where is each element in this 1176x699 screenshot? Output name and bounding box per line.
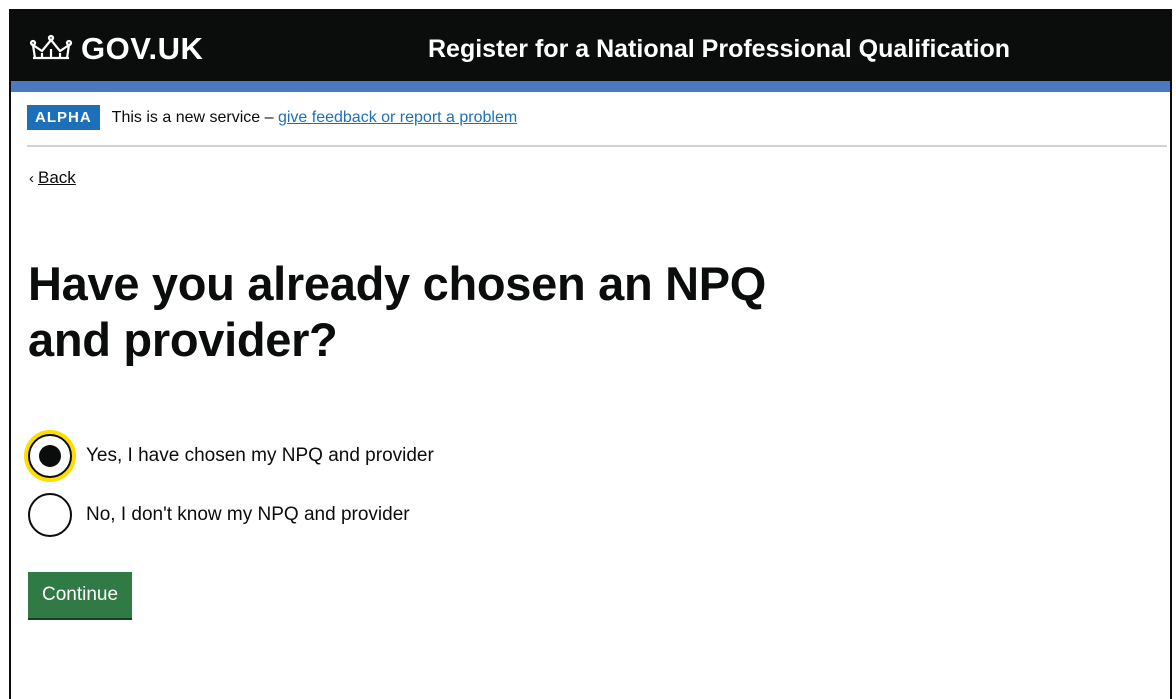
service-name[interactable]: Register for a National Professional Qua… bbox=[428, 35, 1010, 64]
crown-icon bbox=[29, 34, 73, 60]
phase-tag: ALPHA bbox=[27, 105, 100, 130]
radio-label-yes[interactable]: Yes, I have chosen my NPQ and provider bbox=[86, 445, 434, 467]
logo-text: GOV.UK bbox=[81, 31, 204, 66]
phase-banner: ALPHA This is a new service – give feedb… bbox=[27, 105, 517, 130]
phase-banner-divider bbox=[27, 145, 1167, 147]
radio-button-no[interactable] bbox=[28, 493, 72, 537]
back-link-label[interactable]: Back bbox=[38, 168, 76, 188]
radio-selected-dot bbox=[39, 445, 61, 467]
feedback-link[interactable]: give feedback or report a problem bbox=[278, 109, 517, 126]
govuk-logo[interactable]: GOV.UK bbox=[29, 31, 203, 67]
radio-option-yes[interactable]: Yes, I have chosen my NPQ and provider bbox=[28, 434, 434, 478]
phase-banner-text: This is a new service – give feedback or… bbox=[112, 109, 518, 127]
chevron-left-icon: ‹ bbox=[29, 169, 34, 187]
radio-label-no[interactable]: No, I don't know my NPQ and provider bbox=[86, 504, 410, 526]
header-accent-bar bbox=[11, 81, 1170, 92]
back-link[interactable]: ‹ Back bbox=[29, 168, 76, 188]
phase-banner-message: This is a new service – bbox=[111, 108, 278, 126]
site-header: GOV.UK Register for a National Professio… bbox=[11, 11, 1170, 81]
continue-button[interactable]: Continue bbox=[28, 572, 133, 618]
radio-option-no[interactable]: No, I don't know my NPQ and provider bbox=[28, 493, 410, 537]
page-frame: GOV.UK Register for a National Professio… bbox=[9, 9, 1172, 699]
radio-button-yes[interactable] bbox=[28, 434, 72, 478]
page-title: Have you already chosen an NPQ and provi… bbox=[28, 257, 767, 366]
